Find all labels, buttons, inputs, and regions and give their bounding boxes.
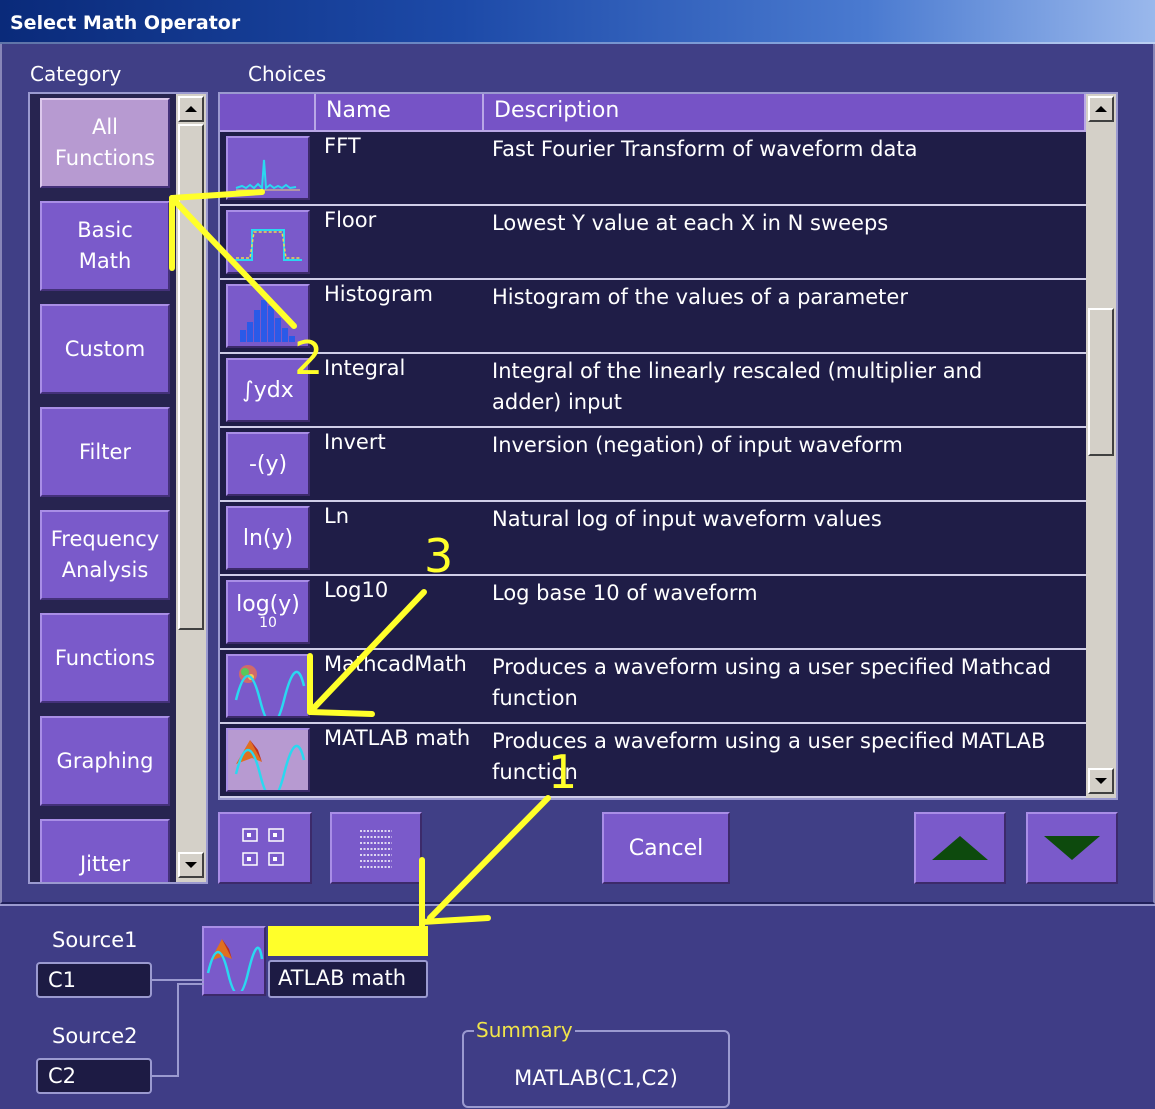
cancel-button[interactable]: Cancel bbox=[602, 812, 730, 884]
row-description: Fast Fourier Transform of waveform data bbox=[492, 137, 918, 161]
row-description: Integral of the linearly rescaled (multi… bbox=[492, 359, 983, 414]
source1-field[interactable]: C1 bbox=[36, 962, 152, 998]
table-row-mathcadmath[interactable]: MathcadMath Produces a waveform using a … bbox=[220, 650, 1086, 724]
row-description: Inversion (negation) of input waveform bbox=[492, 433, 903, 457]
arrow-down-icon bbox=[185, 862, 197, 868]
operator-name-field[interactable]: ATLAB math bbox=[268, 960, 428, 998]
histogram-icon[interactable] bbox=[226, 284, 310, 348]
arrow-up-icon bbox=[185, 106, 197, 112]
category-jitter-button[interactable]: Jitter bbox=[40, 819, 170, 882]
row-name: Histogram bbox=[324, 282, 433, 306]
category-list: All Functions Basic Math Custom Filter F… bbox=[28, 92, 208, 884]
category-basic-math-button[interactable]: Basic Math bbox=[40, 201, 170, 291]
table-row-histogram[interactable]: Histogram Histogram of the values of a p… bbox=[220, 280, 1086, 354]
category-scrollbar[interactable] bbox=[176, 94, 206, 882]
row-description: Natural log of input waveform values bbox=[492, 507, 882, 531]
summary-title: Summary bbox=[474, 1018, 575, 1042]
mathcad-icon[interactable] bbox=[226, 654, 310, 718]
row-name: Ln bbox=[324, 504, 350, 528]
source2-field[interactable]: C2 bbox=[36, 1058, 152, 1094]
log-subscript: 10 bbox=[259, 615, 277, 631]
category-custom-button[interactable]: Custom bbox=[40, 304, 170, 394]
category-all-functions-button[interactable]: All Functions bbox=[40, 98, 170, 188]
integral-icon[interactable]: ∫ydx bbox=[226, 358, 310, 422]
operator-matlab-button[interactable] bbox=[202, 926, 266, 996]
summary-value: MATLAB(C1,C2) bbox=[514, 1066, 678, 1090]
log-text: log(y) bbox=[236, 592, 300, 617]
category-label: Category bbox=[30, 62, 122, 86]
icon-column-header bbox=[220, 94, 316, 132]
choices-table: Name Description FFT Fast Fourier Transf… bbox=[218, 92, 1118, 800]
table-row-matlab-math[interactable]: MATLAB math Produces a waveform using a … bbox=[220, 724, 1086, 798]
matlab-icon bbox=[206, 939, 264, 991]
description-column-header[interactable]: Description bbox=[484, 94, 1086, 132]
arrow-up-icon bbox=[1095, 106, 1107, 112]
row-name: Integral bbox=[324, 356, 406, 380]
scroll-down-button[interactable] bbox=[1026, 812, 1118, 884]
list-view-button[interactable] bbox=[330, 812, 422, 884]
row-description: Log base 10 of waveform bbox=[492, 581, 758, 605]
choices-scroll-down-button[interactable] bbox=[1088, 768, 1114, 794]
invert-icon[interactable]: -(y) bbox=[226, 432, 310, 496]
category-graphing-button[interactable]: Graphing bbox=[40, 716, 170, 806]
arrow-down-icon bbox=[1095, 778, 1107, 784]
source2-label: Source2 bbox=[52, 1024, 138, 1048]
category-scroll-up-button[interactable] bbox=[178, 96, 204, 122]
row-description: Histogram of the values of a parameter bbox=[492, 285, 908, 309]
category-functions-button[interactable]: Functions bbox=[40, 613, 170, 703]
choices-scroll-up-button[interactable] bbox=[1088, 96, 1114, 122]
table-row-ln[interactable]: ln(y) Ln Natural log of input waveform v… bbox=[220, 502, 1086, 576]
row-description: Lowest Y value at each X in N sweeps bbox=[492, 211, 889, 235]
title-bar: Select Math Operator bbox=[0, 0, 1155, 44]
matlab-icon[interactable] bbox=[226, 728, 310, 792]
list-icon bbox=[360, 830, 392, 868]
scroll-up-button[interactable] bbox=[914, 812, 1006, 884]
choices-label: Choices bbox=[248, 62, 327, 86]
category-filter-button[interactable]: Filter bbox=[40, 407, 170, 497]
choices-scrollbar[interactable] bbox=[1086, 94, 1116, 798]
row-description: Produces a waveform using a user specifi… bbox=[492, 655, 1052, 710]
row-name: Log10 bbox=[324, 578, 389, 602]
arrow-down-icon bbox=[1044, 836, 1100, 860]
row-name: MathcadMath bbox=[324, 652, 467, 676]
source1-label: Source1 bbox=[52, 928, 138, 952]
floor-waveform-icon[interactable] bbox=[226, 210, 310, 274]
row-name: Invert bbox=[324, 430, 386, 454]
ln-icon[interactable]: ln(y) bbox=[226, 506, 310, 570]
summary-box: Summary MATLAB(C1,C2) bbox=[462, 1018, 730, 1108]
choices-scroll-thumb[interactable] bbox=[1088, 308, 1114, 456]
row-name: Floor bbox=[324, 208, 377, 232]
category-frequency-analysis-button[interactable]: Frequency Analysis bbox=[40, 510, 170, 600]
table-row-invert[interactable]: -(y) Invert Inversion (negation) of inpu… bbox=[220, 428, 1086, 502]
table-row-fft[interactable]: FFT Fast Fourier Transform of waveform d… bbox=[220, 132, 1086, 206]
icon-view-button[interactable] bbox=[218, 812, 312, 884]
row-description: Produces a waveform using a user specifi… bbox=[492, 729, 1046, 784]
table-row-floor[interactable]: Floor Lowest Y value at each X in N swee… bbox=[220, 206, 1086, 280]
log10-icon[interactable]: log(y) 10 bbox=[226, 580, 310, 644]
fft-icon[interactable] bbox=[226, 136, 310, 200]
category-scroll-thumb[interactable] bbox=[178, 124, 204, 630]
name-column-header[interactable]: Name bbox=[316, 94, 484, 132]
row-name: FFT bbox=[324, 134, 361, 158]
table-row-integral[interactable]: ∫ydx Integral Integral of the linearly r… bbox=[220, 354, 1086, 428]
table-row-log10[interactable]: log(y) 10 Log10 Log base 10 of waveform bbox=[220, 576, 1086, 650]
window-title: Select Math Operator bbox=[10, 12, 241, 34]
arrow-up-icon bbox=[932, 836, 988, 860]
grid-icon bbox=[242, 828, 284, 866]
category-scroll-down-button[interactable] bbox=[178, 852, 204, 878]
row-name: MATLAB math bbox=[324, 726, 471, 750]
